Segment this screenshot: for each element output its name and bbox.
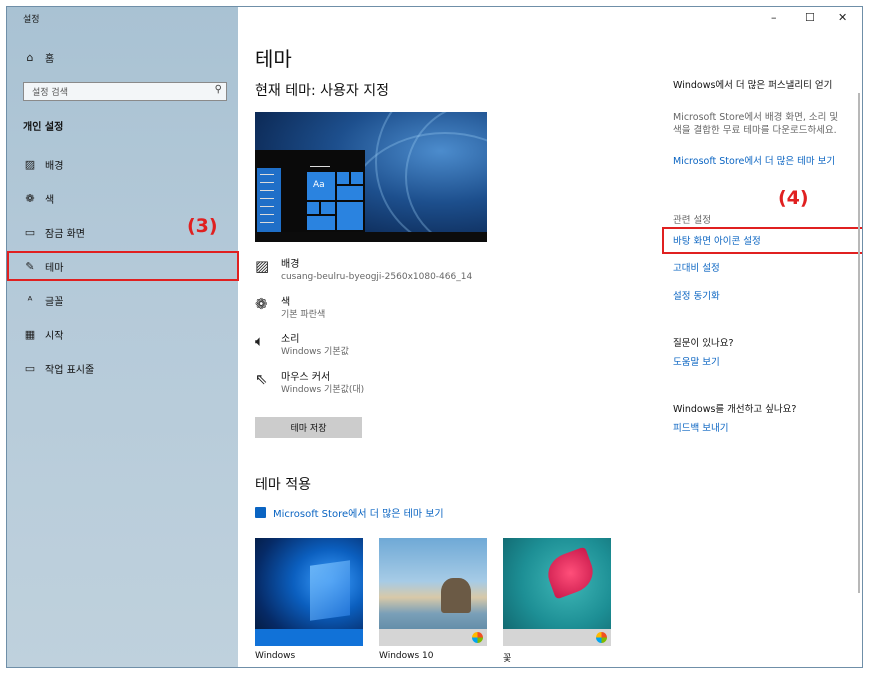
sidebar-item-fonts[interactable]: ᴬ 글꼴 [23,290,64,310]
settings-window: 설정 ⌂ 홈 설정 검색 ⚲ 개인 설정 ▨ 배경 ❁ 색 ▭ 잠금 화면 ✎ … [6,6,863,668]
annotation-marker-4: (4) [778,187,809,209]
improve-heading: Windows를 개선하고 싶나요? [673,404,797,415]
property-name: 마우스 커서 [281,372,331,383]
sidebar-item-home[interactable]: ⌂ 홈 [23,47,55,67]
minimize-button[interactable]: – [771,11,777,24]
theme-name: Windows [255,651,296,661]
feedback-link[interactable]: 피드백 보내기 [673,422,848,435]
desktop-icon-settings-link[interactable]: 바탕 화면 아이콘 설정 [673,235,848,248]
theme-name: 꽃 [503,654,512,664]
property-name: 색 [281,297,291,308]
app-title: 설정 [23,15,40,25]
sidebar-item-label: 색 [45,194,55,206]
store-description: Microsoft Store에서 배경 화면, 소리 및 색을 결합한 무료 … [673,112,839,136]
palette-icon: ❁ [25,191,35,205]
property-value: Windows 기본값(대) [281,385,365,395]
speaker-icon: 🔈︎ [255,332,265,350]
color-wheel-icon [596,632,607,643]
color-wheel-icon [472,632,483,643]
save-theme-button[interactable]: 테마 저장 [255,417,362,438]
highlight-box-theme [7,251,239,281]
theme-preview: Aa [255,112,487,242]
start-icon: ▦ [24,327,36,341]
property-cursor[interactable]: ⇖ 마우스 커서 Windows 기본값(대) [255,371,364,397]
theme-thumb-windows[interactable] [255,538,363,646]
font-icon: ᴬ [27,293,33,307]
sidebar-item-taskbar[interactable]: ▭ 작업 표시줄 [23,358,94,378]
close-button[interactable]: ✕ [838,11,847,24]
property-color[interactable]: ❁ 색 기본 파란색 [255,296,325,322]
property-name: 배경 [281,259,300,270]
annotation-marker-3: (3) [187,215,218,237]
store-link[interactable]: Microsoft Store에서 더 많은 테마 보기 [255,505,444,520]
lock-screen-icon: ▭ [24,225,36,239]
sidebar-item-label: 잠금 화면 [45,228,85,240]
sidebar-item-lock-screen[interactable]: ▭ 잠금 화면 [23,222,85,242]
cursor-icon: ⇖ [255,370,268,388]
image-icon: ▨ [24,157,36,171]
store-link-label: Microsoft Store에서 더 많은 테마 보기 [273,509,444,520]
search-placeholder: 설정 검색 [32,88,68,98]
sidebar-item-label: 시작 [45,330,64,342]
preview-tile: Aa [307,172,335,200]
page-title: 테마 [255,47,292,71]
apply-theme-heading: 테마 적용 [255,477,311,493]
sidebar: 설정 ⌂ 홈 설정 검색 ⚲ 개인 설정 ▨ 배경 ❁ 색 ▭ 잠금 화면 ✎ … [7,7,238,667]
sidebar-item-background[interactable]: ▨ 배경 [23,154,64,174]
current-theme-label: 현재 테마: 사용자 지정 [255,83,389,99]
maximize-button[interactable]: ☐ [805,11,815,24]
help-link[interactable]: 도움말 보기 [673,356,848,369]
scrollbar[interactable] [858,93,860,593]
property-background[interactable]: ▨ 배경 cusang-beulru-byeogji-2560x1080-466… [255,258,472,284]
search-input[interactable]: 설정 검색 ⚲ [23,82,227,101]
palette-icon: ❁ [255,295,268,313]
sync-settings-link[interactable]: 설정 동기화 [673,290,848,303]
taskbar-icon: ▭ [24,361,36,375]
theme-name: Windows 10 [379,651,434,661]
theme-thumb-flowers[interactable] [503,538,611,646]
property-value: cusang-beulru-byeogji-2560x1080-466_14 [281,272,473,282]
right-store-link[interactable]: Microsoft Store에서 더 많은 테마 보기 [673,155,848,168]
store-bag-icon [255,507,266,518]
image-icon: ▨ [255,257,270,275]
sidebar-item-label: 작업 표시줄 [45,364,95,376]
sidebar-item-color[interactable]: ❁ 색 [23,188,54,208]
sidebar-item-label: 배경 [45,160,64,172]
sidebar-item-start[interactable]: ▦ 시작 [23,324,64,344]
store-heading: Windows에서 더 많은 퍼스낼리티 얻기 [673,80,833,91]
high-contrast-link[interactable]: 고대비 설정 [673,262,848,275]
sidebar-item-label: 글꼴 [45,296,64,308]
section-title: 개인 설정 [23,122,64,133]
question-heading: 질문이 있나요? [673,338,734,349]
home-icon: ⌂ [26,50,34,64]
property-sound[interactable]: 🔈︎ 소리 Windows 기본값 [255,333,349,359]
property-value: 기본 파란색 [281,310,326,320]
home-label: 홈 [45,53,55,65]
theme-thumb-windows10[interactable] [379,538,487,646]
property-value: Windows 기본값 [281,347,349,357]
property-name: 소리 [281,334,300,345]
search-icon: ⚲ [214,84,222,95]
related-settings-heading: 관련 설정 [673,215,711,226]
